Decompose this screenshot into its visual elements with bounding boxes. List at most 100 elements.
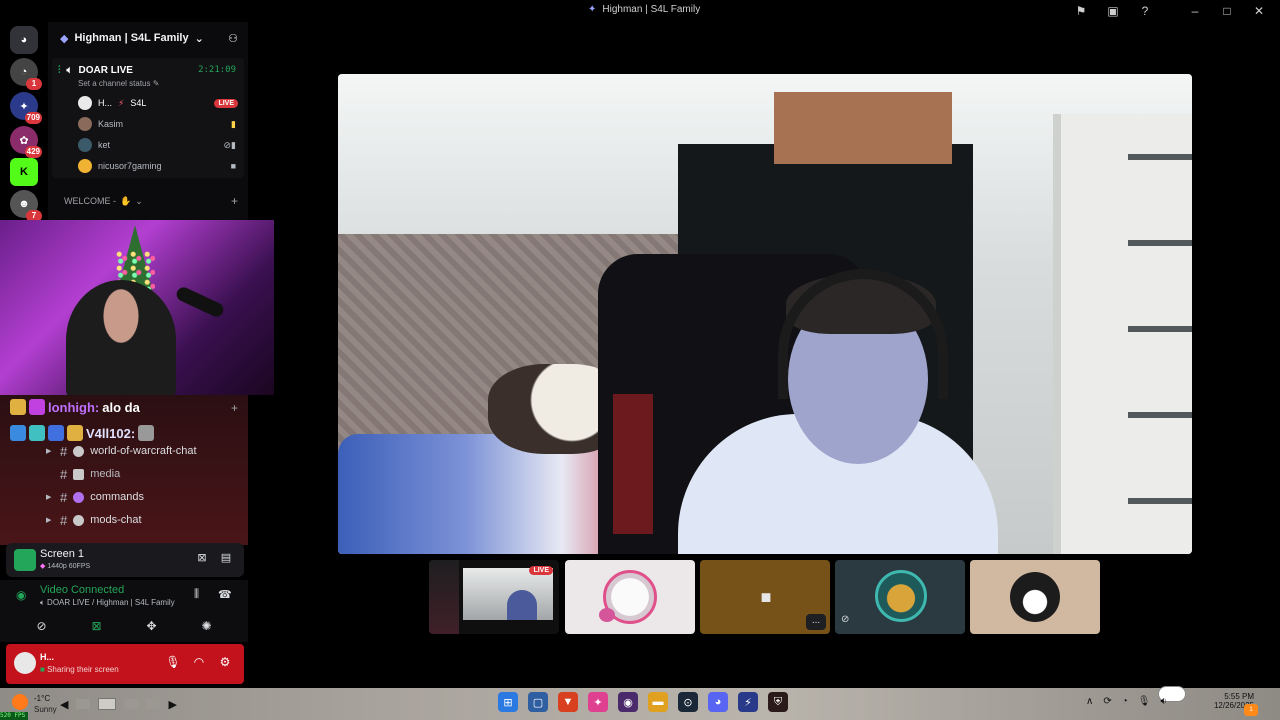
emote-icon [10, 399, 26, 415]
user-name[interactable]: H... [40, 652, 54, 662]
media-controls: ◀ ▶ [60, 694, 190, 714]
hashtag-icon: # [60, 489, 68, 505]
voice-user[interactable]: H... ⚡ S4L LIVE [78, 94, 242, 112]
camera-icon: ■ [230, 161, 236, 171]
add-channel-icon[interactable]: + [231, 194, 238, 208]
camera-off-icon[interactable]: ⊘ [30, 616, 54, 636]
kick-server-icon[interactable]: K [10, 158, 38, 186]
help-icon[interactable]: ? [1136, 2, 1154, 20]
sync-icon[interactable]: ⟳ [1103, 696, 1111, 707]
voice-channel-block: ⫶ 🔈︎ DOAR LIVE 2:21:09 Set a channel sta… [52, 58, 244, 178]
system-tray: ∧ ⟳ ◔ 🎙︎ 🔉︎ [1086, 696, 1167, 707]
stream-preview-sidebar [429, 560, 459, 634]
screen-share-icon[interactable]: ▣ [1104, 2, 1122, 20]
voice-user[interactable]: Kasim ▮ [78, 115, 242, 133]
channel-name: world-of-warcraft-chat [90, 445, 197, 457]
quality-text: 1440p 60FPS [47, 563, 91, 570]
add-channel-icon[interactable]: + [231, 401, 238, 415]
emote-icon [29, 399, 45, 415]
main-video-stream[interactable] [338, 74, 1192, 554]
settings-gear-icon[interactable]: ⚙ [216, 655, 234, 673]
volume-icon[interactable]: 🔉︎ [1160, 696, 1166, 707]
chat-username: V4ll102: [86, 425, 136, 441]
more-options-button[interactable]: ... [806, 614, 826, 630]
window-title: ✦ Highman | S4L Family [588, 4, 700, 15]
screen-share-toggle-icon[interactable]: ⊠ [85, 616, 109, 636]
windows-start-icon[interactable]: ⊞ [498, 692, 518, 712]
disconnect-icon[interactable]: ☎ [218, 588, 232, 601]
mic-icon[interactable]: 🎙︎ [1138, 696, 1151, 707]
participant-tile[interactable] [970, 560, 1100, 634]
avatar [1010, 572, 1060, 622]
avatar [78, 159, 92, 173]
app-icon[interactable]: ⚡ [738, 692, 758, 712]
voice-activity-icon: ⫶ [58, 64, 61, 76]
file-explorer-icon[interactable]: ▬ [648, 692, 668, 712]
discord-icon[interactable]: ◕ [708, 692, 728, 712]
steam-icon[interactable]: ⊙ [678, 692, 698, 712]
live-badge: LIVE [529, 566, 553, 575]
brave-browser-icon[interactable]: ▼ [558, 692, 578, 712]
media-thumbnail[interactable] [98, 698, 117, 710]
media-bar [124, 699, 139, 709]
chevron-up-icon[interactable]: ∧ [1086, 696, 1093, 707]
next-icon[interactable]: ▶ [168, 698, 176, 711]
discord-home-icon[interactable]: ◕ [10, 26, 38, 54]
inbox-flag-icon[interactable]: ⚑ [1072, 2, 1090, 20]
minimize-icon[interactable]: – [1186, 2, 1204, 20]
participant-tile-stream[interactable]: LIVE [429, 560, 559, 634]
voice-channel[interactable]: ⫶ 🔈︎ DOAR LIVE 2:21:09 [58, 62, 240, 78]
server-avatar-1[interactable]: ◔ 1 [10, 58, 42, 90]
unread-badge: 709 [24, 112, 42, 124]
fps-counter: 520 FPS [0, 712, 28, 720]
channel-commands[interactable]: ▶ # commands [46, 488, 144, 506]
noise-suppression-icon[interactable]: ⫼ [194, 588, 199, 601]
channel-world-of-warcraft-chat[interactable]: ▶ # world-of-warcraft-chat [46, 442, 197, 460]
obs-mobile-icon[interactable]: ◉ [618, 692, 638, 712]
media-bar [146, 699, 161, 709]
stop-stream-icon[interactable]: ⊠ [194, 551, 210, 567]
colorful-app-icon[interactable]: ✦ [588, 692, 608, 712]
expand-arrow-icon: ▶ [46, 517, 52, 524]
task-view-icon[interactable]: ▢ [528, 692, 548, 712]
wifi-icon[interactable]: ◔ [1122, 696, 1128, 707]
chevron-down-icon: ⌄ [135, 196, 143, 206]
voice-user[interactable]: nicusor7gaming ■ [78, 157, 242, 175]
chat-message: V4ll102: [10, 425, 155, 441]
server-avatar-5[interactable]: ☻ 7 [10, 190, 42, 222]
category-welcome[interactable]: WELCOME - ✋ ⌄ [64, 196, 143, 207]
weather-desc: Sunny [34, 705, 57, 714]
participant-tile[interactable]: ⊘ [835, 560, 965, 634]
channel-media[interactable]: # media [46, 465, 120, 483]
voice-user-name: H... [98, 98, 113, 108]
server-avatar-3[interactable]: ✿ 429 [10, 126, 42, 158]
screen-share-preview-icon [14, 549, 36, 571]
server-header[interactable]: ◆ Highman | S4L Family ⌄ ⚇ [48, 28, 248, 48]
participant-tile[interactable] [565, 560, 695, 634]
notification-badge[interactable]: 1 [1244, 704, 1258, 716]
voice-user-name: nicusor7gaming [98, 161, 162, 171]
server-avatar-2[interactable]: ✦ 709 [10, 92, 42, 124]
activities-icon[interactable]: ✥ [140, 616, 164, 636]
shield-app-icon[interactable]: ⛨ [768, 692, 788, 712]
soundboard-icon[interactable]: ✺ [195, 616, 219, 636]
avatar[interactable] [14, 652, 36, 674]
channel-emoji-icon [73, 468, 85, 480]
maximize-icon[interactable]: □ [1218, 2, 1236, 20]
streamer-webcam-overlay [0, 220, 274, 395]
invite-people-icon[interactable]: ⚇ [228, 32, 238, 45]
prev-icon[interactable]: ◀ [60, 698, 68, 711]
headphones-icon[interactable]: ◠ [190, 655, 208, 673]
participant-tile-camera[interactable]: ■ ... [700, 560, 830, 634]
voice-user[interactable]: ket ⊘▮ [78, 136, 242, 154]
set-channel-status[interactable]: Set a channel status ✎ [78, 79, 159, 88]
channel-mods-chat[interactable]: ▶ # mods-chat [46, 511, 142, 529]
signal-strength-icon[interactable]: ◉ [16, 588, 26, 602]
streamer-figure [66, 280, 176, 395]
stream-settings-icon[interactable]: ▤ [218, 551, 234, 567]
unread-badge: 429 [24, 146, 42, 158]
voice-status-title[interactable]: Video Connected [40, 584, 124, 596]
voice-connection-channel[interactable]: 🔈︎ DOAR LIVE / Highman | S4L Family [40, 598, 175, 608]
microphone-icon[interactable]: 🎙︎ [164, 655, 182, 673]
close-icon[interactable]: ✕ [1250, 2, 1268, 20]
